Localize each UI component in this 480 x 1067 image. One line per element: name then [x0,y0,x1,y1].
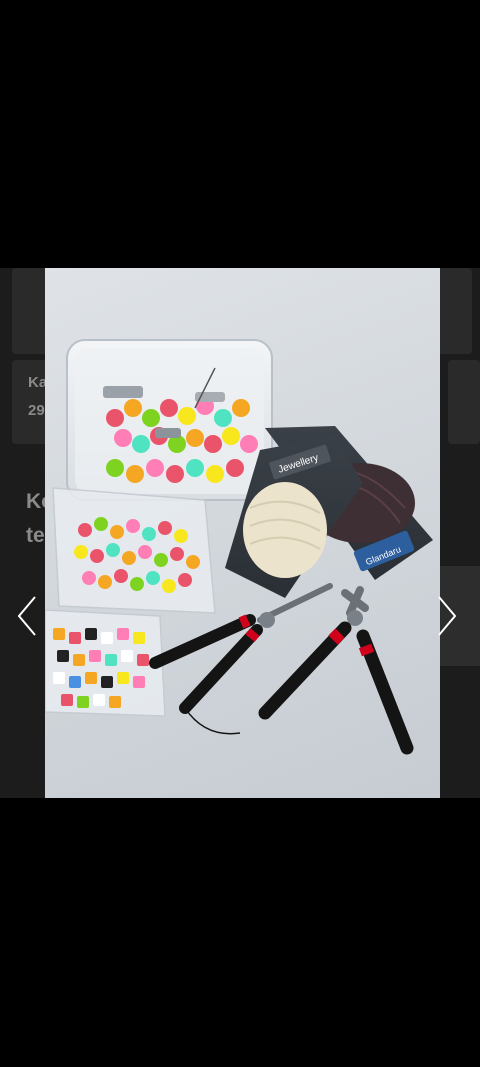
bead-container [66,339,273,501]
bead-bag-large [52,487,216,614]
background-title-line2: te [26,524,45,547]
bead-bag-small [45,609,166,717]
side-cutter-pliers [258,586,414,755]
chevron-right-icon [438,596,457,636]
chevron-left-icon [17,596,36,636]
photo-illustration: Glandaru Jewellery [45,339,433,755]
listing-photo[interactable]: Glandaru Jewellery [45,268,440,798]
previous-image-button[interactable] [12,566,42,666]
background-card [448,360,480,444]
background-price-value: 29 [28,402,45,419]
image-viewer: Ka 29 Ko te Glandaru Jewellery [0,0,480,1067]
next-image-button[interactable] [432,566,462,666]
